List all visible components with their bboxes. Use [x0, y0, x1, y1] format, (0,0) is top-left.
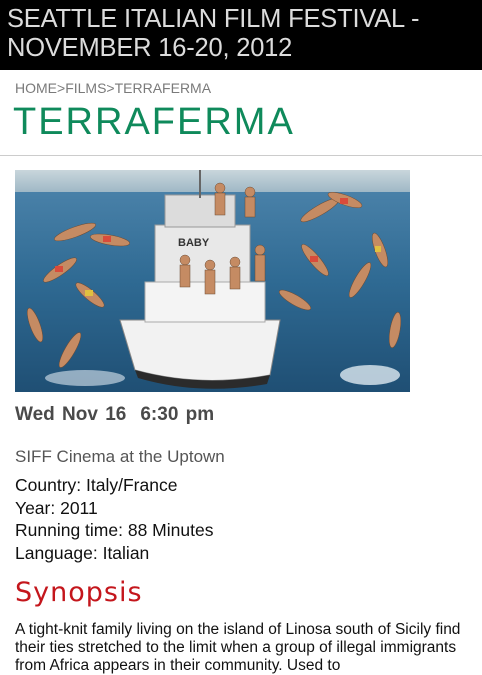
divider [0, 155, 482, 156]
site-banner: SEATTLE ITALIAN FILM FESTIVAL - NOVEMBER… [0, 0, 482, 70]
synopsis-heading: Synopsis [15, 577, 143, 608]
film-still-image: BABY [15, 170, 410, 392]
breadcrumb: HOME>FILMS>TERRAFERMA [15, 80, 211, 96]
breadcrumb-films-link[interactable]: FILMS [65, 80, 106, 96]
running-time: Running time: 88 Minutes [15, 520, 214, 540]
venue: SIFF Cinema at the Uptown [15, 447, 225, 466]
language: Language: Italian [15, 542, 150, 563]
film-details: Country: Italy/France Year: 2011 Running… [15, 474, 213, 564]
site-title[interactable]: SEATTLE ITALIAN FILM FESTIVAL - NOVEMBER… [7, 5, 482, 63]
breadcrumb-home-link[interactable]: HOME [15, 80, 57, 96]
breadcrumb-current: TERRAFERMA [114, 80, 212, 96]
showtime: Wed Nov 16 6:30 pm [15, 404, 214, 426]
breadcrumb-separator: > [57, 80, 66, 96]
breadcrumb-separator: > [106, 80, 115, 96]
year: Year: 2011 [15, 497, 98, 518]
showtime-day: Wed Nov 16 [15, 404, 127, 425]
page-title: TERRAFERMA [13, 101, 295, 143]
showtime-time: 6:30 pm [140, 404, 215, 425]
country: Country: Italy/France [15, 475, 178, 495]
boat-name-text: BABY [178, 237, 210, 249]
